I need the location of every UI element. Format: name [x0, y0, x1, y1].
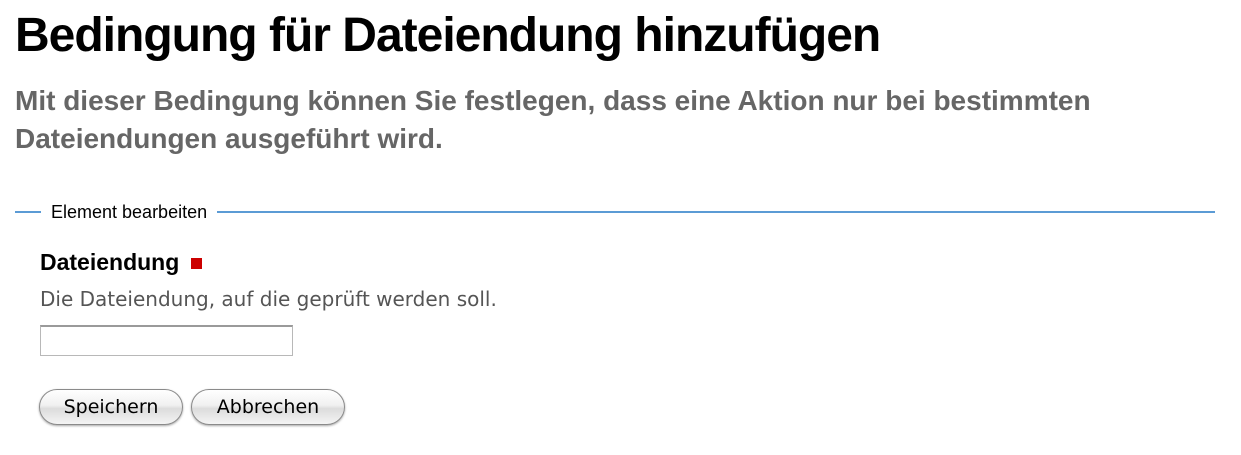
page-subtitle: Mit dieser Bedingung können Sie festlege…	[15, 85, 1091, 154]
file-extension-label: Dateiendung	[40, 249, 180, 275]
fieldset-legend: Element bearbeiten	[41, 200, 218, 224]
save-button[interactable]: Speichern	[39, 389, 183, 425]
file-extension-label-row: Dateiendung	[40, 249, 203, 276]
file-extension-input[interactable]	[40, 325, 293, 356]
file-extension-description: Die Dateiendung, auf die geprüft werden …	[40, 287, 497, 311]
edit-element-fieldset: Element bearbeiten	[15, 200, 1215, 224]
required-marker-icon	[191, 258, 203, 269]
cancel-button[interactable]: Abbrechen	[191, 389, 345, 425]
page-title: Bedingung für Dateiendung hinzufügen	[15, 9, 881, 62]
